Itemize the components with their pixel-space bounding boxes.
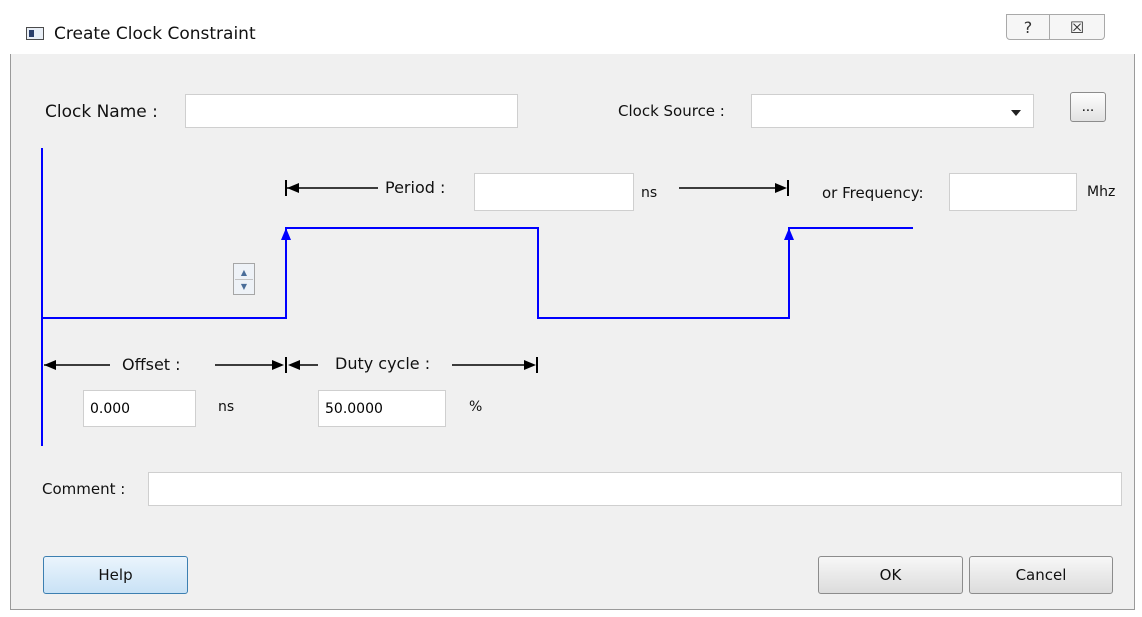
frequency-unit: Mhz xyxy=(1087,184,1116,200)
spinner-up-icon[interactable]: ▲ xyxy=(235,265,253,280)
duty-arrow-left xyxy=(288,360,300,370)
comment-input[interactable] xyxy=(148,472,1122,506)
rising-edge-arrow-1 xyxy=(281,228,291,240)
duty-arrow-right xyxy=(524,360,536,370)
ok-button[interactable]: OK xyxy=(818,556,963,594)
value-spinner[interactable]: ▲ ▼ xyxy=(233,263,255,295)
cancel-button[interactable]: Cancel xyxy=(969,556,1113,594)
clock-waveform-diagram xyxy=(41,148,913,446)
period-arrow-right xyxy=(775,183,787,193)
frequency-label: or Frequency: xyxy=(822,184,924,202)
duty-cycle-label: Duty cycle : xyxy=(335,354,431,373)
period-unit: ns xyxy=(641,185,658,201)
offset-arrow-left xyxy=(44,360,56,370)
period-label: Period : xyxy=(385,178,446,197)
spinner-down-icon[interactable]: ▼ xyxy=(235,279,253,293)
offset-label: Offset : xyxy=(122,355,181,374)
period-input[interactable] xyxy=(474,173,634,211)
offset-input[interactable] xyxy=(83,390,196,427)
comment-label: Comment : xyxy=(42,480,126,498)
clock-waveform xyxy=(42,227,913,319)
offset-unit: ns xyxy=(218,399,235,415)
duty-cycle-unit: % xyxy=(469,399,483,415)
duty-cycle-input[interactable] xyxy=(318,390,446,427)
offset-arrow-right xyxy=(272,360,284,370)
frequency-input[interactable] xyxy=(949,173,1077,211)
help-button[interactable]: Help xyxy=(43,556,188,594)
rising-edge-arrow-2 xyxy=(784,228,794,240)
